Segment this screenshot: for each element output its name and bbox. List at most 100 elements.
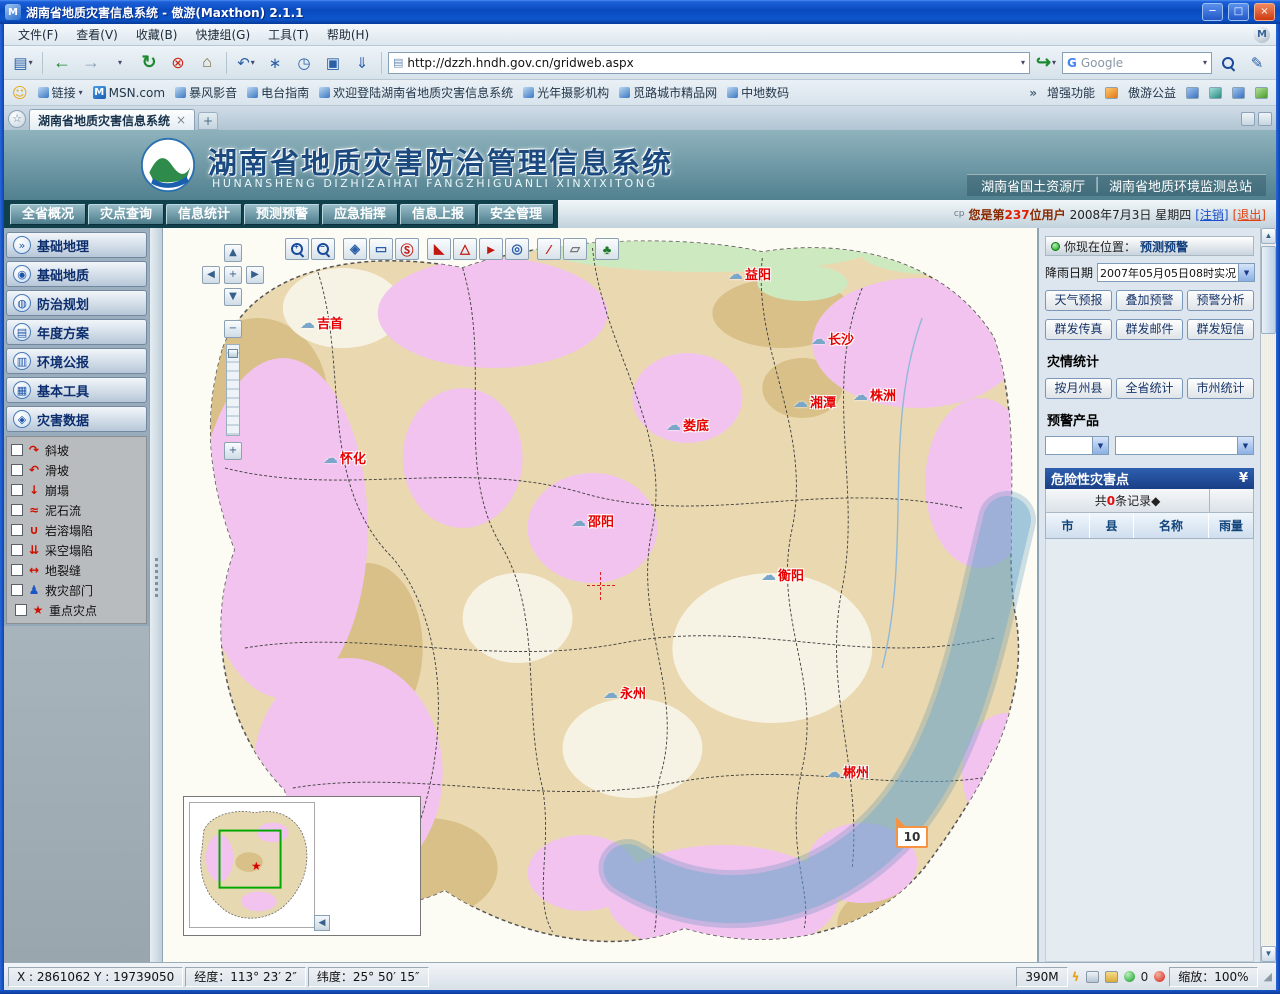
col-city[interactable]: 市 <box>1046 513 1090 538</box>
folder-icon[interactable] <box>1105 971 1118 983</box>
tab-active[interactable]: 湖南省地质灾害信息系统 × <box>29 109 195 130</box>
layer-collapse[interactable]: ↓崩塌 <box>9 480 144 500</box>
blocked-status-icon[interactable] <box>1154 971 1165 982</box>
overview-map[interactable]: ★ ◀ <box>183 796 421 936</box>
chevron-down-icon[interactable]: ▾ <box>1203 58 1207 67</box>
links-overflow-button[interactable]: » <box>1029 86 1037 100</box>
zoom-slider-thumb[interactable] <box>228 349 238 358</box>
hotlink-tool[interactable]: ∕ <box>537 238 561 260</box>
tab-list-icon[interactable] <box>1241 112 1255 126</box>
snapshot-tool[interactable]: Ⓢ <box>395 238 419 260</box>
scroll-down-button[interactable]: ▼ <box>1261 946 1276 962</box>
sidebar-item-basic-tools[interactable]: ▦基本工具 <box>6 377 147 403</box>
city-marker-hengyang[interactable]: ☁衡阳 <box>761 565 804 584</box>
bolt-icon[interactable]: ϟ <box>1072 970 1080 984</box>
mass-email-button[interactable]: 群发邮件 <box>1116 319 1183 340</box>
link-geo-env-monitor-station[interactable]: 湖南省地质环境监测总站 <box>1109 176 1252 195</box>
pan-center-button[interactable]: + <box>224 266 242 284</box>
scroll-track[interactable] <box>1261 244 1276 946</box>
maximize-button[interactable]: □ <box>1228 3 1249 21</box>
zoom-minus-button[interactable]: − <box>224 320 242 338</box>
history-button[interactable]: ◷ <box>291 50 317 76</box>
new-page-button[interactable]: ▤ ▾ <box>10 50 36 76</box>
plant-icon[interactable] <box>1255 87 1268 99</box>
city-marker-zhuzhou[interactable]: ☁株洲 <box>853 385 896 404</box>
ad-filter-button[interactable]: ∗ <box>262 50 288 76</box>
layer-goaf-collapse[interactable]: ⇊采空塌陷 <box>9 540 144 560</box>
menu-help[interactable]: 帮助(H) <box>319 24 377 45</box>
layer-debris-flow[interactable]: ≈泥石流 <box>9 500 144 520</box>
plugin-icon[interactable] <box>1186 87 1199 99</box>
screen-capture-button[interactable]: ▣ <box>320 50 346 76</box>
city-marker-loudi[interactable]: ☁娄底 <box>666 415 709 434</box>
danger-points-header[interactable]: 危险性灾害点 ¥ <box>1045 468 1254 489</box>
weather-forecast-button[interactable]: 天气预报 <box>1045 290 1112 311</box>
printer-icon[interactable] <box>1086 971 1099 983</box>
layer-rescue-dept[interactable]: ♟救灾部门 <box>9 580 144 600</box>
city-stats-button[interactable]: 市州统计 <box>1187 378 1254 399</box>
select-polygon-tool[interactable]: △ <box>453 238 477 260</box>
sidebar-splitter[interactable] <box>149 228 163 962</box>
layer-checkbox[interactable] <box>15 604 27 616</box>
quick-link-milu[interactable]: 觅路城市精品网 <box>619 84 717 101</box>
city-marker-shaoyang[interactable]: ☁邵阳 <box>571 511 614 530</box>
sidebar-item-basic-geography[interactable]: »基础地理 <box>6 232 147 258</box>
nav-info-statistics[interactable]: 信息统计 <box>166 204 242 225</box>
zoom-out-tool[interactable]: − <box>311 238 335 260</box>
chevron-down-icon[interactable]: ▼ <box>1237 437 1253 454</box>
city-marker-xiangtan[interactable]: ☁湘潭 <box>793 392 836 411</box>
favorites-star-icon[interactable]: ☆ <box>8 110 26 128</box>
product-select-2[interactable]: ▼ <box>1115 436 1254 455</box>
collapse-icon[interactable]: ¥ <box>1239 471 1248 486</box>
zoom-plus-button[interactable]: + <box>224 442 242 460</box>
enhance-features-link[interactable]: 增强功能 <box>1047 84 1095 101</box>
address-url[interactable]: http://dzzh.hndh.gov.cn/gridweb.aspx <box>407 56 1017 70</box>
layer-landslide[interactable]: ↶滑坡 <box>9 460 144 480</box>
nav-disaster-query[interactable]: 灾点查询 <box>88 204 164 225</box>
province-stats-button[interactable]: 全省统计 <box>1116 378 1183 399</box>
quick-link-baofeng[interactable]: 暴风影音 <box>175 84 237 101</box>
overview-collapse-button[interactable]: ◀ <box>314 915 330 931</box>
stop-button[interactable]: ⊗ <box>165 50 191 76</box>
download-button[interactable]: ⇓ <box>349 50 375 76</box>
logout-link[interactable]: [注销] <box>1195 206 1228 223</box>
zoom-in-tool[interactable]: + <box>285 238 309 260</box>
quick-link-radio[interactable]: 电台指南 <box>247 84 309 101</box>
search-box[interactable]: G Google ▾ <box>1062 52 1212 74</box>
vertical-scrollbar[interactable]: ▲ ▼ <box>1260 228 1276 962</box>
minimize-button[interactable]: ─ <box>1202 3 1223 21</box>
quick-link-photo[interactable]: 光年摄影机构 <box>523 84 609 101</box>
close-button[interactable]: × <box>1254 3 1275 21</box>
sidebar-item-annual-plan[interactable]: ▤年度方案 <box>6 319 147 345</box>
pan-left-button[interactable]: ◀ <box>202 266 220 284</box>
quick-link-msn[interactable]: MMSN.com <box>93 86 165 100</box>
col-rainfall[interactable]: 雨量 <box>1209 513 1253 538</box>
panel-toggle-icon[interactable] <box>1258 112 1272 126</box>
col-name[interactable]: 名称 <box>1134 513 1209 538</box>
city-marker-chenzhou[interactable]: ☁郴州 <box>826 762 869 781</box>
legend-tree-tool[interactable]: ♣ <box>595 238 619 260</box>
layer-checkbox[interactable] <box>11 524 23 536</box>
layer-checkbox[interactable] <box>11 584 23 596</box>
layer-karst-collapse[interactable]: ∪岩溶塌陷 <box>9 520 144 540</box>
by-month-county-button[interactable]: 按月州县 <box>1045 378 1112 399</box>
pointer-tool[interactable]: ► <box>479 238 503 260</box>
resize-grip-icon[interactable]: ◢ <box>1264 970 1272 983</box>
col-county[interactable]: 县 <box>1090 513 1134 538</box>
layer-checkbox[interactable] <box>11 464 23 476</box>
mass-sms-button[interactable]: 群发短信 <box>1187 319 1254 340</box>
measure-tool[interactable]: ▭ <box>369 238 393 260</box>
address-bar[interactable]: ▤ http://dzzh.hndh.gov.cn/gridweb.aspx ▾ <box>388 52 1030 74</box>
nav-forecast-warning[interactable]: 预测预警 <box>244 204 320 225</box>
quick-link-zhongdi[interactable]: 中地数码 <box>727 84 789 101</box>
warning-analysis-button[interactable]: 预警分析 <box>1187 290 1254 311</box>
nav-security-management[interactable]: 安全管理 <box>478 204 554 225</box>
history-dropdown-button[interactable]: ▾ <box>107 50 133 76</box>
product-select-1[interactable]: ▼ <box>1045 436 1109 455</box>
layer-checkbox[interactable] <box>11 444 23 456</box>
link-land-resources-dept[interactable]: 湖南省国土资源厅 <box>981 176 1085 195</box>
pan-tool[interactable]: ◈ <box>343 238 367 260</box>
pan-down-button[interactable]: ▼ <box>224 288 242 306</box>
scroll-thumb[interactable] <box>1261 246 1276 334</box>
zoom-slider[interactable] <box>226 344 240 436</box>
